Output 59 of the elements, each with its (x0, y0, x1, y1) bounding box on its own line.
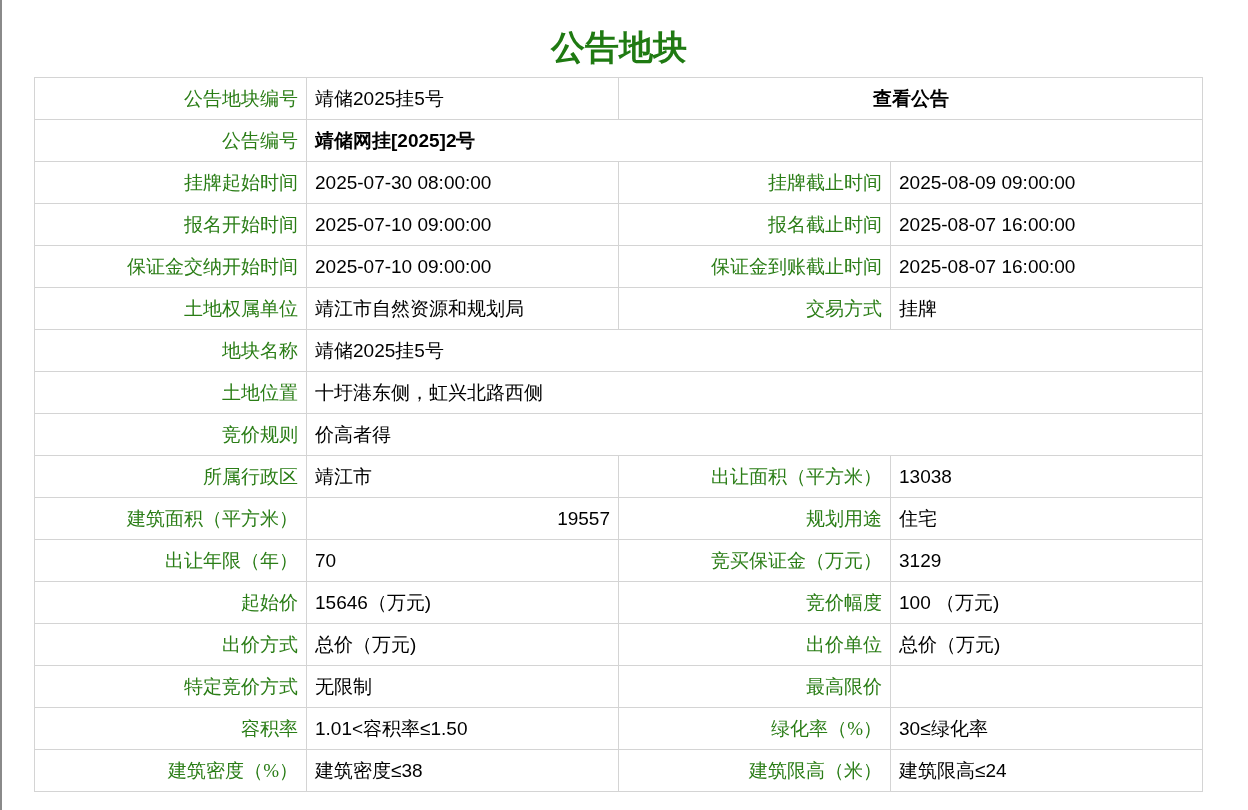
field-label: 挂牌截止时间 (618, 161, 891, 204)
field-value: 70 (306, 539, 619, 582)
field-label: 土地位置 (34, 371, 307, 414)
field-label: 规划用途 (618, 497, 891, 540)
view-notice-link[interactable]: 查看公告 (618, 77, 1203, 120)
field-value: 3129 (890, 539, 1203, 582)
field-label: 建筑限高（米） (618, 749, 891, 792)
field-label: 建筑密度（%） (34, 749, 307, 792)
page-title: 公告地块 (549, 26, 688, 69)
field-label: 保证金到账截止时间 (618, 245, 891, 288)
field-label: 容积率 (34, 707, 307, 750)
field-value: 住宅 (890, 497, 1203, 540)
field-value: 十圩港东侧，虹兴北路西侧 (306, 371, 1203, 414)
field-label: 土地权属单位 (34, 287, 307, 330)
field-value: 建筑限高≤24 (890, 749, 1203, 792)
field-value: 靖江市自然资源和规划局 (306, 287, 619, 330)
field-value: 靖江市 (306, 455, 619, 498)
field-label: 挂牌起始时间 (34, 161, 307, 204)
field-label: 出价方式 (34, 623, 307, 666)
field-label: 特定竞价方式 (34, 665, 307, 708)
field-value: 2025-08-07 16:00:00 (890, 245, 1203, 288)
field-label: 公告编号 (34, 119, 307, 162)
field-label: 起始价 (34, 581, 307, 624)
field-value: 1.01<容积率≤1.50 (306, 707, 619, 750)
field-label: 保证金交纳开始时间 (34, 245, 307, 288)
field-value: 总价（万元) (306, 623, 619, 666)
field-value: 100 （万元) (890, 581, 1203, 624)
field-label: 绿化率（%） (618, 707, 891, 750)
field-value: 建筑密度≤38 (306, 749, 619, 792)
field-label: 最高限价 (618, 665, 891, 708)
field-value: 挂牌 (890, 287, 1203, 330)
field-label: 出让年限（年） (34, 539, 307, 582)
field-label: 地块名称 (34, 329, 307, 372)
field-label: 交易方式 (618, 287, 891, 330)
field-value: 靖储网挂[2025]2号 (306, 119, 1203, 162)
field-value: 价高者得 (306, 413, 1203, 456)
field-label: 出价单位 (618, 623, 891, 666)
field-value: 靖储2025挂5号 (306, 77, 619, 120)
field-label: 竞买保证金（万元） (618, 539, 891, 582)
field-label: 出让面积（平方米） (618, 455, 891, 498)
field-value: 13038 (890, 455, 1203, 498)
field-value: 无限制 (306, 665, 619, 708)
field-label: 建筑面积（平方米） (34, 497, 307, 540)
field-value: 2025-07-10 09:00:00 (306, 203, 619, 246)
field-label: 公告地块编号 (34, 77, 307, 120)
field-value: 2025-08-09 09:00:00 (890, 161, 1203, 204)
field-value: 靖储2025挂5号 (306, 329, 1203, 372)
field-label: 报名截止时间 (618, 203, 891, 246)
field-label: 竞价规则 (34, 413, 307, 456)
field-value: 30≤绿化率 (890, 707, 1203, 750)
field-label: 所属行政区 (34, 455, 307, 498)
field-value: 19557 (306, 497, 619, 540)
field-value: 2025-07-10 09:00:00 (306, 245, 619, 288)
field-value: 2025-07-30 08:00:00 (306, 161, 619, 204)
field-label: 报名开始时间 (34, 203, 307, 246)
field-value: 15646（万元) (306, 581, 619, 624)
field-value: 总价（万元) (890, 623, 1203, 666)
field-label: 竞价幅度 (618, 581, 891, 624)
field-value: 2025-08-07 16:00:00 (890, 203, 1203, 246)
